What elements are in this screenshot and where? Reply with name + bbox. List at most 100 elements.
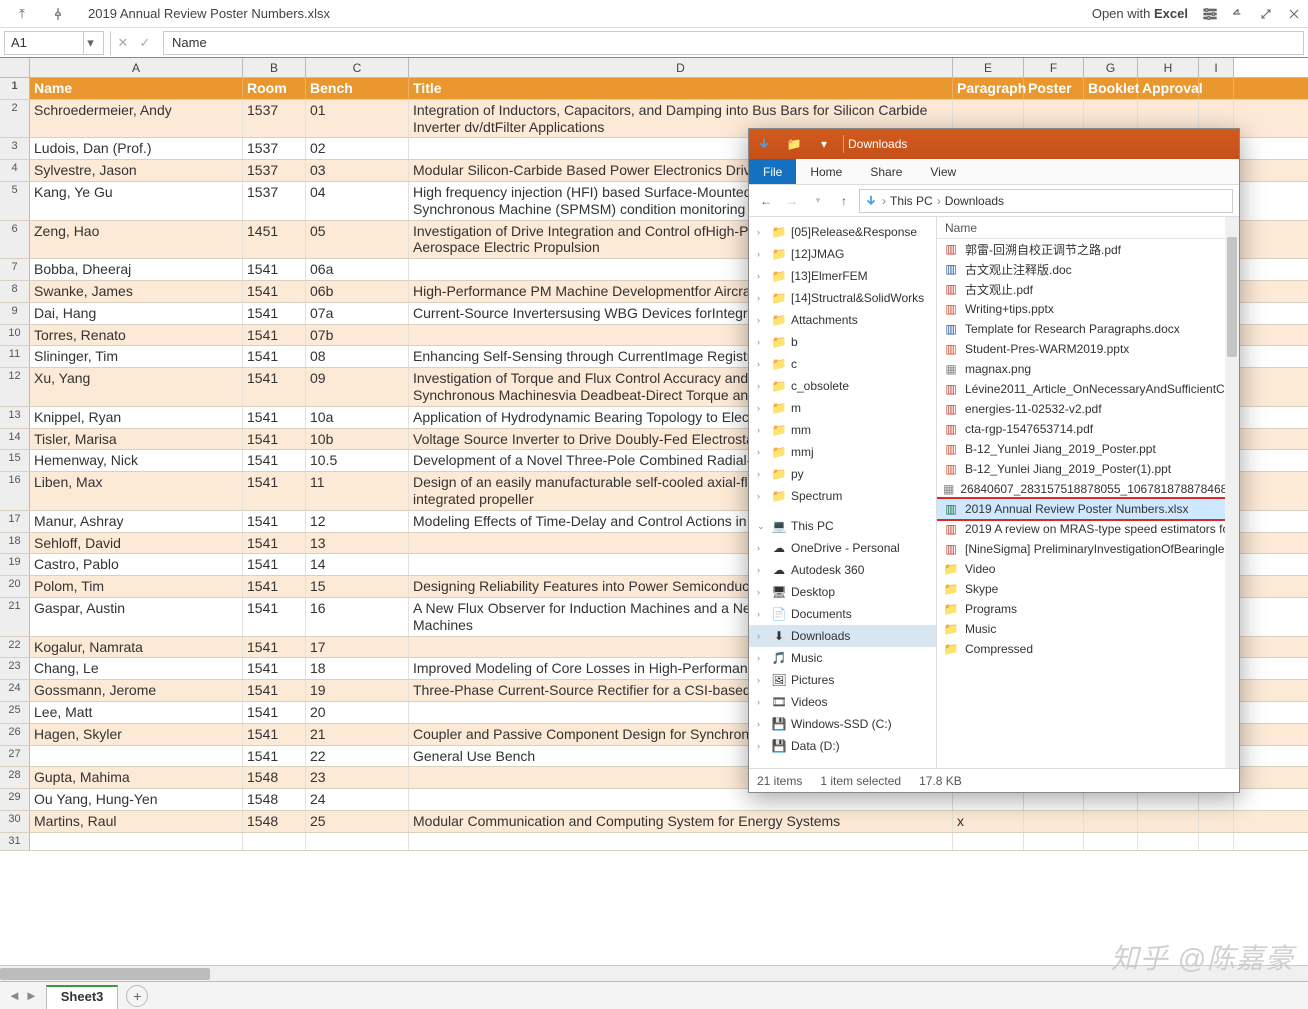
expand-arrow-icon[interactable]: › <box>757 543 767 553</box>
nav-system-item[interactable]: ›☁OneDrive - Personal <box>749 537 936 559</box>
cell[interactable]: 19 <box>306 680 409 701</box>
header-cell[interactable]: Poster <box>1024 78 1084 99</box>
header-cell[interactable]: Bench <box>306 78 409 99</box>
row-number[interactable]: 29 <box>0 789 30 810</box>
cell[interactable]: 1541 <box>243 472 306 510</box>
explorer-file-pane[interactable]: Name ▥郭雷-回溯自校正调节之路.pdf▥古文观止注释版.doc▥古文观止.… <box>937 217 1239 768</box>
cell[interactable]: Kang, Ye Gu <box>30 182 243 220</box>
crumb[interactable]: Downloads <box>945 194 1004 208</box>
header-cell[interactable]: Approval <box>1138 78 1199 99</box>
cell[interactable] <box>1138 811 1199 832</box>
nav-folder-item[interactable]: ›📁Attachments <box>749 309 936 331</box>
row-number[interactable]: 13 <box>0 407 30 428</box>
file-item[interactable]: ▥郭雷-回溯自校正调节之路.pdf <box>937 239 1239 259</box>
cell[interactable]: 1541 <box>243 533 306 554</box>
cell-reference-box[interactable]: A1 ▾ <box>4 31 104 55</box>
cell[interactable]: 23 <box>306 767 409 788</box>
expand-arrow-icon[interactable]: ⌄ <box>757 521 767 532</box>
nav-folder-item[interactable]: ›📁[12]JMAG <box>749 243 936 265</box>
header-cell[interactable]: Title <box>409 78 953 99</box>
cell[interactable]: Dai, Hang <box>30 303 243 324</box>
row-number[interactable]: 31 <box>0 833 30 850</box>
pin-icon[interactable] <box>44 0 72 28</box>
cell[interactable]: 1548 <box>243 811 306 832</box>
cell[interactable]: Martins, Raul <box>30 811 243 832</box>
row-number[interactable]: 27 <box>0 746 30 767</box>
expand-arrow-icon[interactable]: › <box>757 227 767 237</box>
explorer-titlebar[interactable]: 📁 ▾ Downloads <box>749 129 1239 159</box>
horizontal-scrollbar[interactable] <box>0 965 1308 981</box>
settings-icon[interactable] <box>1196 0 1224 28</box>
row-number[interactable]: 26 <box>0 724 30 745</box>
cell[interactable]: 17 <box>306 637 409 658</box>
cell[interactable]: Slininger, Tim <box>30 346 243 367</box>
row-number[interactable]: 17 <box>0 511 30 532</box>
row-number[interactable]: 4 <box>0 160 30 181</box>
col-header[interactable]: F <box>1024 58 1084 77</box>
cell[interactable] <box>1138 833 1199 850</box>
scrollbar-thumb[interactable] <box>0 968 210 980</box>
expand-arrow-icon[interactable]: › <box>757 381 767 391</box>
cell[interactable]: 06b <box>306 281 409 302</box>
accept-formula-icon[interactable]: ✓ <box>135 32 155 54</box>
row-number[interactable]: 12 <box>0 368 30 406</box>
cell[interactable]: 1541 <box>243 303 306 324</box>
col-header[interactable]: H <box>1138 58 1199 77</box>
cell[interactable]: Liben, Max <box>30 472 243 510</box>
cell[interactable] <box>1199 833 1234 850</box>
crumb[interactable]: This PC <box>890 194 933 208</box>
vertical-scrollbar[interactable] <box>1225 217 1239 768</box>
row-number[interactable]: 1 <box>0 78 30 99</box>
cell[interactable]: Modular Communication and Computing Syst… <box>409 811 953 832</box>
nav-system-item[interactable]: ›🎵Music <box>749 647 936 669</box>
row-number[interactable]: 18 <box>0 533 30 554</box>
nav-folder-item[interactable]: ›📁[05]Release&Response <box>749 221 936 243</box>
row-number[interactable]: 9 <box>0 303 30 324</box>
expand-arrow-icon[interactable]: › <box>757 469 767 479</box>
row-number[interactable]: 30 <box>0 811 30 832</box>
header-cell[interactable]: Name <box>30 78 243 99</box>
cell[interactable] <box>1084 811 1138 832</box>
file-item[interactable]: ▥2019 Annual Review Poster Numbers.xlsx <box>937 499 1239 519</box>
expand-arrow-icon[interactable]: › <box>757 337 767 347</box>
cell[interactable]: 1541 <box>243 325 306 346</box>
cell[interactable]: Xu, Yang <box>30 368 243 406</box>
cell[interactable]: 1537 <box>243 100 306 138</box>
close-icon[interactable] <box>1280 0 1308 28</box>
cell[interactable]: 1541 <box>243 259 306 280</box>
nav-system-item[interactable]: ›💾Windows-SSD (C:) <box>749 713 936 735</box>
ribbon-tab-file[interactable]: File <box>749 159 796 184</box>
expand-arrow-icon[interactable]: › <box>757 697 767 707</box>
expand-arrow-icon[interactable]: › <box>757 675 767 685</box>
cell[interactable]: 1541 <box>243 281 306 302</box>
nav-folder-item[interactable]: ›📁c <box>749 353 936 375</box>
file-item[interactable]: ▦magnax.png <box>937 359 1239 379</box>
cell[interactable]: Sehloff, David <box>30 533 243 554</box>
cell[interactable]: 20 <box>306 702 409 723</box>
cell[interactable]: x <box>953 811 1024 832</box>
add-sheet-button[interactable]: + <box>126 985 148 1007</box>
ribbon-tab-share[interactable]: Share <box>856 159 916 184</box>
cell[interactable]: 16 <box>306 598 409 636</box>
ribbon-tab-home[interactable]: Home <box>796 159 856 184</box>
cell[interactable]: Ludois, Dan (Prof.) <box>30 138 243 159</box>
header-cell[interactable]: Paragraph <box>953 78 1024 99</box>
cell[interactable]: Lee, Matt <box>30 702 243 723</box>
recent-dropdown-icon[interactable]: ▾ <box>807 190 829 212</box>
breadcrumb[interactable]: › This PC › Downloads <box>859 189 1233 213</box>
nav-system-item[interactable]: ›☁Autodesk 360 <box>749 559 936 581</box>
header-cell[interactable]: Booklet <box>1084 78 1138 99</box>
cell[interactable]: Hemenway, Nick <box>30 450 243 471</box>
cell[interactable]: 1541 <box>243 407 306 428</box>
file-list-header[interactable]: Name <box>937 217 1239 239</box>
file-item[interactable]: 📁Programs <box>937 599 1239 619</box>
file-item[interactable]: ▥古文观止注释版.doc <box>937 259 1239 279</box>
nav-folder-item[interactable]: ›📁py <box>749 463 936 485</box>
cell[interactable]: Torres, Renato <box>30 325 243 346</box>
header-cell[interactable] <box>1199 78 1234 99</box>
row-number[interactable]: 14 <box>0 429 30 450</box>
expand-arrow-icon[interactable]: › <box>757 653 767 663</box>
cell[interactable]: 1537 <box>243 138 306 159</box>
expand-arrow-icon[interactable]: › <box>757 315 767 325</box>
expand-arrow-icon[interactable]: › <box>757 403 767 413</box>
